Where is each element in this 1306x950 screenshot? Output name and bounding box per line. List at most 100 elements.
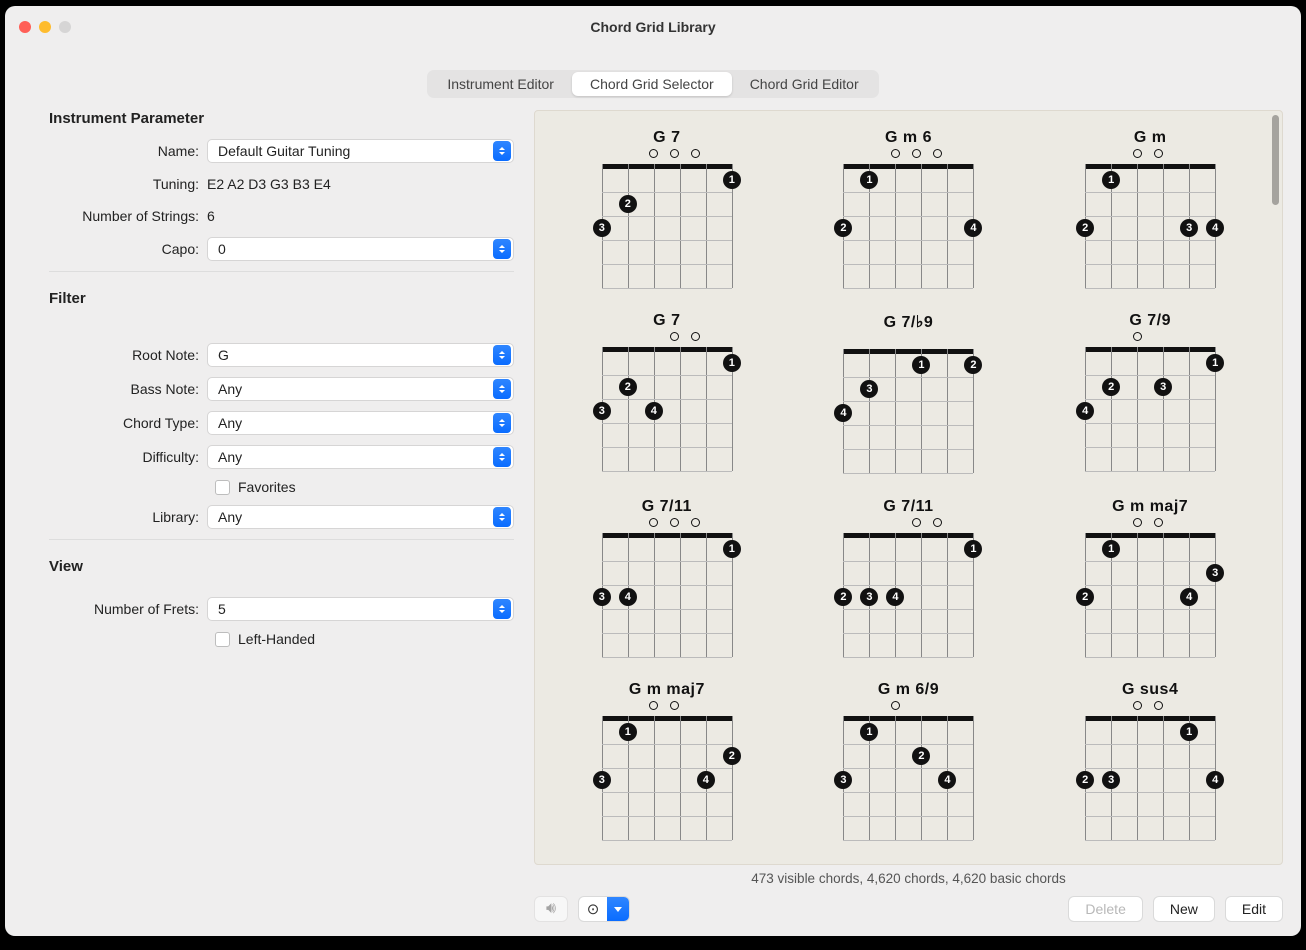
chord-diagram: 1234 <box>1075 531 1225 657</box>
chord-name: G sus4 <box>1122 681 1178 699</box>
finger-dot: 4 <box>964 219 982 237</box>
finger-dot: 2 <box>1076 771 1094 789</box>
open-string-icon <box>1133 332 1142 341</box>
bass-note-select[interactable]: Any <box>207 377 514 401</box>
finger-dot: 1 <box>1102 540 1120 558</box>
chord-card[interactable]: G m maj71234 <box>561 681 773 846</box>
finger-dot: 1 <box>723 171 741 189</box>
chord-type-select[interactable]: Any <box>207 411 514 435</box>
finger-dot: 3 <box>834 771 852 789</box>
stepper-icon <box>493 447 511 467</box>
chord-card[interactable]: G 7/♭91234 <box>803 312 1015 479</box>
finger-dot: 2 <box>619 195 637 213</box>
strings-value: 6 <box>207 205 514 227</box>
tab-segmented-control: Instrument Editor Chord Grid Selector Ch… <box>427 70 878 98</box>
sidebar: Instrument Parameter Name: Default Guita… <box>49 110 514 922</box>
chord-name: G m maj7 <box>1112 498 1188 516</box>
ellipsis-icon: ⊙ <box>587 900 600 918</box>
zoom-window-button[interactable] <box>59 21 71 33</box>
difficulty-select[interactable]: Any <box>207 445 514 469</box>
favorites-checkbox[interactable] <box>215 480 230 495</box>
finger-dot: 2 <box>834 219 852 237</box>
chord-card[interactable]: G sus41234 <box>1044 681 1256 846</box>
tab-chord-grid-selector[interactable]: Chord Grid Selector <box>572 72 732 96</box>
open-string-icon <box>691 518 700 527</box>
chevron-down-icon <box>607 897 629 921</box>
chord-card[interactable]: G m maj7 1234 <box>1044 498 1256 663</box>
open-string-icon <box>691 149 700 158</box>
chord-diagram: 1234 <box>833 531 983 657</box>
chord-name: G 7/11 <box>642 498 692 516</box>
finger-dot: 1 <box>860 723 878 741</box>
footer: 🔊︎ ⊙ Delete New Edit <box>534 896 1283 922</box>
close-window-button[interactable] <box>19 21 31 33</box>
finger-dot: 3 <box>860 380 878 398</box>
edit-button[interactable]: Edit <box>1225 896 1283 922</box>
finger-dot: 4 <box>1206 219 1224 237</box>
action-popup-button[interactable]: ⊙ <box>578 896 630 922</box>
chord-card[interactable]: G 7/91234 <box>1044 312 1256 479</box>
root-note-select[interactable]: G <box>207 343 514 367</box>
chord-diagram: 1234 <box>1075 162 1225 288</box>
chord-card[interactable]: G m 6/91234 <box>803 681 1015 846</box>
speaker-icon: 🔊︎ <box>546 900 556 918</box>
open-string-markers <box>852 334 980 346</box>
chord-card[interactable]: G 7/11134 <box>561 498 773 663</box>
favorites-label: Favorites <box>238 479 296 495</box>
finger-dot: 2 <box>964 356 982 374</box>
finger-dot: 3 <box>593 771 611 789</box>
open-string-markers <box>611 518 739 530</box>
capo-label: Capo: <box>49 241 207 257</box>
frets-select[interactable]: 5 <box>207 597 514 621</box>
open-string-icon <box>1133 518 1142 527</box>
vertical-scrollbar[interactable] <box>1272 115 1279 205</box>
name-select[interactable]: Default Guitar Tuning <box>207 139 514 163</box>
finger-dot: 2 <box>834 588 852 606</box>
capo-select[interactable]: 0 <box>207 237 514 261</box>
finger-dot: 4 <box>697 771 715 789</box>
root-note-label: Root Note: <box>49 347 207 363</box>
open-string-icon <box>649 149 658 158</box>
instrument-parameter-title: Instrument Parameter <box>49 110 514 127</box>
open-string-markers <box>1094 149 1222 161</box>
chord-diagram: 1234 <box>833 347 983 473</box>
finger-dot: 1 <box>1180 723 1198 741</box>
view-title: View <box>49 558 514 575</box>
capo-select-value: 0 <box>218 241 226 257</box>
minimize-window-button[interactable] <box>39 21 51 33</box>
stepper-icon <box>493 507 511 527</box>
finger-dot: 1 <box>1102 171 1120 189</box>
open-string-markers <box>1094 518 1222 530</box>
tab-instrument-editor[interactable]: Instrument Editor <box>429 72 572 96</box>
finger-dot: 4 <box>619 588 637 606</box>
chord-diagram: 124 <box>833 162 983 288</box>
bass-note-label: Bass Note: <box>49 381 207 397</box>
left-handed-checkbox[interactable] <box>215 632 230 647</box>
stepper-icon <box>493 599 511 619</box>
open-string-icon <box>1154 149 1163 158</box>
chord-card[interactable]: G m1234 <box>1044 129 1256 294</box>
chord-card[interactable]: G 7/11 1234 <box>803 498 1015 663</box>
tab-chord-grid-editor[interactable]: Chord Grid Editor <box>732 72 877 96</box>
finger-dot: 1 <box>723 540 741 558</box>
delete-button[interactable]: Delete <box>1068 896 1142 922</box>
library-select[interactable]: Any <box>207 505 514 529</box>
root-note-value: G <box>218 347 229 363</box>
chord-card[interactable]: G 71234 <box>561 312 773 479</box>
open-string-markers <box>852 518 980 530</box>
new-button[interactable]: New <box>1153 896 1215 922</box>
chord-name: G 7/11 <box>883 498 933 516</box>
finger-dot: 3 <box>593 219 611 237</box>
stepper-icon <box>493 345 511 365</box>
chord-card[interactable]: G m 6124 <box>803 129 1015 294</box>
finger-dot: 3 <box>1206 564 1224 582</box>
chord-diagram: 1234 <box>592 345 742 471</box>
finger-dot: 1 <box>619 723 637 741</box>
finger-dot: 2 <box>723 747 741 765</box>
chord-card[interactable]: G 7123 <box>561 129 773 294</box>
open-string-icon <box>670 149 679 158</box>
play-sound-button[interactable]: 🔊︎ <box>534 896 568 922</box>
stepper-icon <box>493 413 511 433</box>
finger-dot: 2 <box>1102 378 1120 396</box>
chord-grid[interactable]: G 7123G m 6124G m1234G 71234G 7/♭91234G … <box>535 111 1282 864</box>
